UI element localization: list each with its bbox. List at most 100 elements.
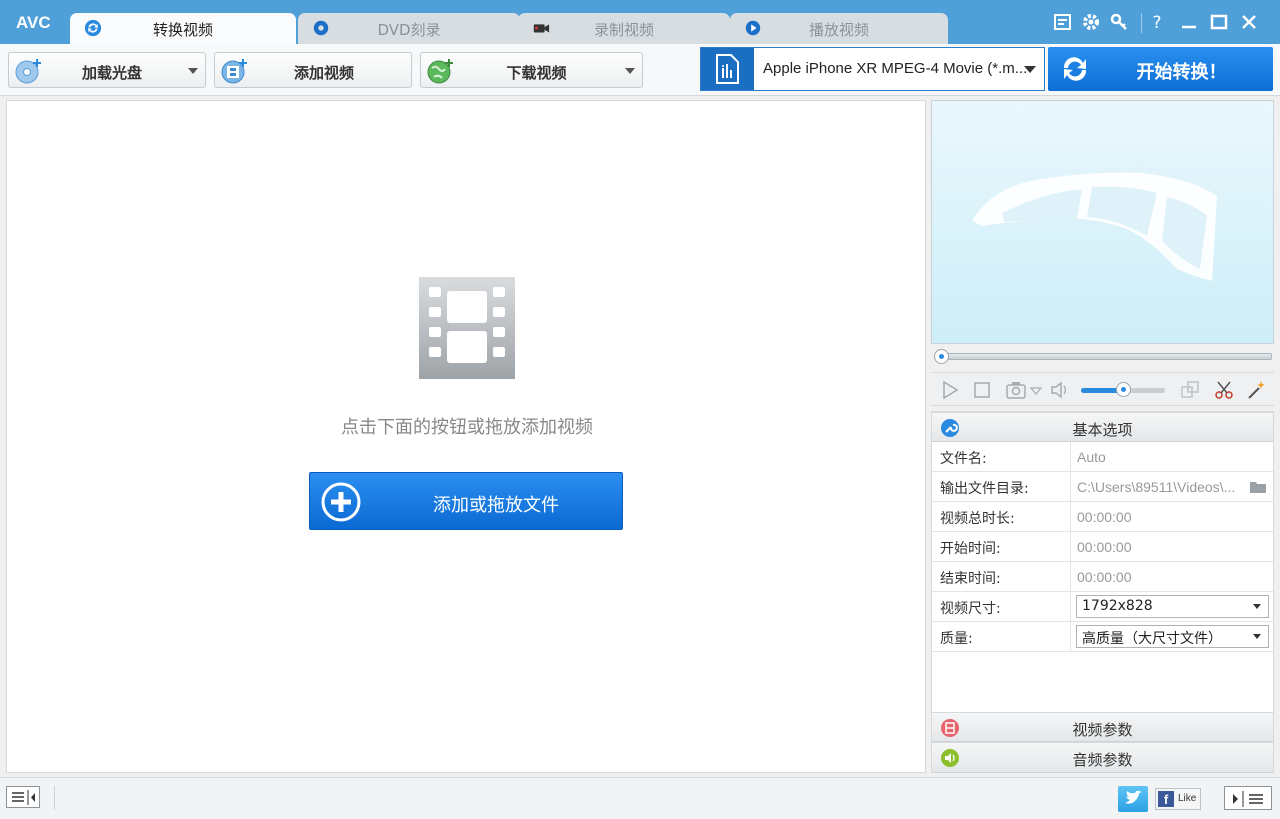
plus-circle-icon: [321, 482, 361, 522]
play-icon[interactable]: [939, 379, 961, 401]
tab-label: 播放视频: [808, 21, 869, 39]
audio-params-header[interactable]: 音频参数: [932, 742, 1273, 773]
duration-value: 00:00:00: [1077, 509, 1132, 525]
expand-panel-button[interactable]: [1224, 786, 1272, 810]
video-params-header[interactable]: 视频参数: [932, 712, 1273, 742]
basic-options-header[interactable]: 基本选项: [932, 412, 1273, 442]
key-icon[interactable]: [1108, 12, 1130, 34]
status-bar: f Like: [0, 777, 1280, 819]
chevron-down-icon: [1253, 604, 1261, 609]
duration-label: 视频总时长:: [940, 511, 1015, 527]
settings-icon[interactable]: [1080, 12, 1102, 34]
chevron-down-icon[interactable]: [625, 68, 635, 74]
magic-wand-icon[interactable]: [1245, 379, 1267, 401]
chevron-down-icon[interactable]: [1024, 66, 1036, 73]
start-time-value[interactable]: 00:00:00: [1077, 539, 1247, 555]
properties-panel: 基本选项 文件名: Auto 输出文件目录: C:\Users\89511\Vi…: [931, 411, 1274, 773]
duration-row: 视频总时长: 00:00:00: [932, 502, 1273, 532]
tab-play-video[interactable]: 播放视频: [730, 13, 948, 44]
add-video-label: 添加视频: [293, 64, 354, 82]
video-size-label: 视频尺寸:: [940, 601, 1001, 617]
load-disc-label: 加载光盘: [81, 64, 142, 82]
snapshot-camera-icon[interactable]: [1005, 379, 1027, 401]
output-profile-select[interactable]: Apple iPhone XR MPEG-4 Movie (*.m...: [700, 47, 1045, 91]
folder-icon[interactable]: [1249, 479, 1267, 494]
end-time-label: 结束时间:: [940, 571, 1001, 587]
volume-icon[interactable]: [1049, 379, 1071, 401]
start-convert-label: 开始转换！: [1136, 62, 1227, 83]
profile-label: Apple iPhone XR MPEG-4 Movie (*.m...: [763, 60, 1028, 77]
drop-hint-text: 点击下面的按钮或拖放添加视频: [341, 417, 593, 438]
maximize-icon[interactable]: [1208, 12, 1230, 34]
output-dir-label: 输出文件目录:: [940, 481, 1029, 497]
tab-dvd-burn[interactable]: DVD刻录: [298, 13, 520, 44]
list-expand-icon: [1233, 791, 1263, 807]
divider: [1070, 502, 1071, 532]
chevron-down-icon[interactable]: [1029, 379, 1043, 401]
app-logo: AVC: [16, 13, 51, 32]
film-strip-icon: [419, 277, 515, 379]
twitter-icon[interactable]: [1118, 786, 1148, 812]
facebook-icon: f: [1158, 791, 1174, 807]
seek-bar[interactable]: [931, 346, 1274, 368]
load-disc-button[interactable]: 加载光盘: [8, 52, 206, 88]
tab-label: 录制视频: [593, 21, 654, 39]
help-icon[interactable]: ?: [1146, 12, 1168, 34]
fullscreen-icon[interactable]: [1179, 379, 1201, 401]
skin-icon[interactable]: [1052, 12, 1074, 34]
video-size-row: 视频尺寸: 1792x828: [932, 592, 1273, 622]
output-dir-value[interactable]: C:\Users\89511\Videos\...: [1077, 479, 1245, 495]
divider: [1070, 622, 1071, 652]
facebook-like-button[interactable]: f Like: [1155, 788, 1201, 810]
player-controls: [931, 372, 1274, 406]
end-time-row: 结束时间: 00:00:00: [932, 562, 1273, 592]
seek-handle[interactable]: [934, 349, 949, 364]
chevron-down-icon: [1253, 634, 1261, 639]
toolbar: 加载光盘 添加视频 下载视频 Apple iPhone XR MPEG-4 Mo…: [0, 44, 1280, 96]
like-label: Like: [1178, 793, 1197, 804]
start-time-row: 开始时间: 00:00:00: [932, 532, 1273, 562]
quality-select[interactable]: 高质量（大尺寸文件）: [1076, 625, 1269, 648]
tab-label: DVD刻录: [377, 21, 441, 39]
divider: [1070, 592, 1071, 622]
end-time-value[interactable]: 00:00:00: [1077, 569, 1247, 585]
output-dir-row: 输出文件目录: C:\Users\89511\Videos\...: [932, 472, 1273, 502]
file-list-drop-area[interactable]: 点击下面的按钮或拖放添加视频 添加或拖放文件: [6, 100, 926, 773]
add-or-drop-files-label: 添加或拖放文件: [433, 495, 559, 516]
quality-value: 高质量（大尺寸文件）: [1082, 631, 1222, 647]
divider: [1070, 532, 1071, 562]
divider: [1070, 472, 1071, 502]
volume-handle[interactable]: [1115, 382, 1131, 397]
video-size-select[interactable]: 1792x828: [1076, 595, 1269, 618]
tab-record-video[interactable]: 录制视频: [518, 13, 730, 44]
video-params-title: 视频参数: [1072, 721, 1133, 739]
scissors-icon[interactable]: [1213, 379, 1235, 401]
chevron-down-icon[interactable]: [188, 68, 198, 74]
tab-convert-video[interactable]: 转换视频: [70, 13, 296, 44]
list-collapse-icon: [12, 790, 35, 805]
file-name-row: 文件名: Auto: [932, 442, 1273, 472]
close-icon[interactable]: [1238, 12, 1260, 34]
divider: [1070, 562, 1071, 592]
quality-row: 质量: 高质量（大尺寸文件）: [932, 622, 1273, 652]
download-video-button[interactable]: 下载视频: [420, 52, 643, 88]
audio-params-title: 音频参数: [1072, 751, 1133, 769]
file-name-value[interactable]: Auto: [1077, 449, 1247, 465]
file-name-label: 文件名:: [940, 451, 987, 467]
video-size-value: 1792x828: [1082, 598, 1153, 614]
tab-label: 转换视频: [152, 21, 213, 39]
add-video-button[interactable]: 添加视频: [214, 52, 412, 88]
toggle-panel-button[interactable]: [6, 786, 40, 808]
add-or-drop-files-button[interactable]: 添加或拖放文件: [309, 472, 623, 530]
divider: [1141, 13, 1142, 33]
video-preview: [931, 100, 1274, 344]
quality-label: 质量:: [940, 631, 973, 647]
start-convert-button[interactable]: 开始转换！: [1048, 47, 1273, 91]
download-video-label: 下载视频: [506, 64, 567, 82]
stop-icon[interactable]: [971, 379, 993, 401]
film-reel-graphic: [972, 172, 1217, 281]
minimize-icon[interactable]: [1178, 12, 1200, 34]
seek-track[interactable]: [937, 353, 1272, 360]
divider: [54, 786, 55, 810]
basic-options-title: 基本选项: [1072, 421, 1133, 439]
